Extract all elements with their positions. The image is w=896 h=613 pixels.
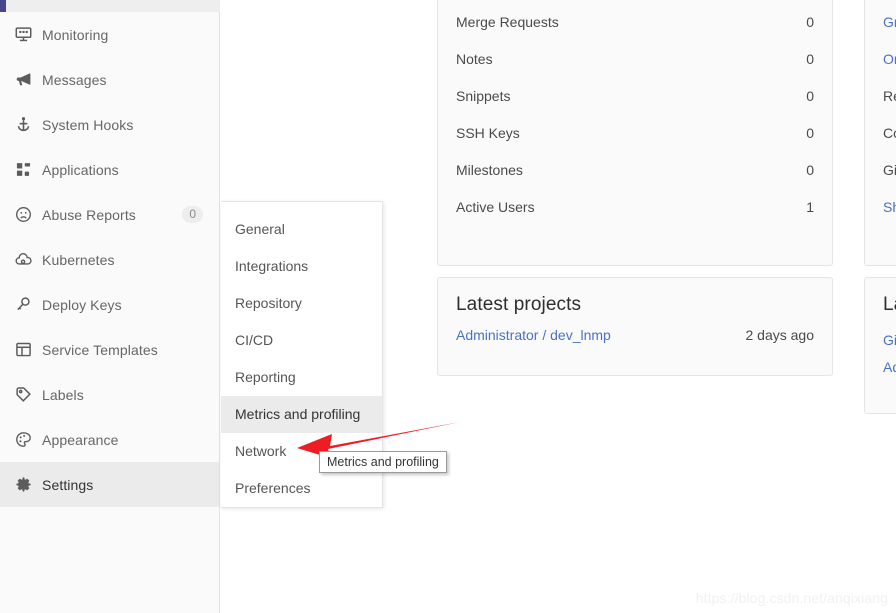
- kubernetes-cloud-icon: [14, 251, 32, 269]
- sidebar-nav-list: Monitoring Messages System Hooks Applica…: [0, 12, 219, 507]
- sidebar-item-monitoring[interactable]: Monitoring: [0, 12, 219, 57]
- latest-panel-right-row[interactable]: Ad: [883, 354, 896, 381]
- label-tag-icon: [14, 386, 32, 404]
- sidebar-item-service-templates[interactable]: Service Templates: [0, 327, 219, 372]
- gitlab-brand-block: [0, 0, 6, 12]
- watermark: https://blog.csdn.net/anqixiang: [695, 590, 888, 606]
- project-timestamp: 2 days ago: [745, 327, 815, 343]
- sidebar-item-system-hooks[interactable]: System Hooks: [0, 102, 219, 147]
- feature-row[interactable]: Sh: [883, 188, 896, 225]
- statistics-card: Merge Requests 0 Notes 0 Snippets 0 SSH …: [437, 0, 833, 266]
- features-card: Gr On Re Co Git Sh: [864, 0, 896, 266]
- sidebar-item-deploy-keys[interactable]: Deploy Keys: [0, 282, 219, 327]
- key-icon: [14, 296, 32, 314]
- stat-value: 0: [806, 87, 814, 104]
- gear-icon: [14, 476, 32, 494]
- sidebar-item-label: Appearance: [42, 431, 119, 448]
- feature-row[interactable]: Gr: [883, 3, 896, 40]
- project-link[interactable]: Administrator / dev_lnmp: [456, 327, 611, 343]
- flyout-item-ci-cd[interactable]: CI/CD: [221, 322, 382, 359]
- stat-value: 0: [806, 50, 814, 67]
- sidebar-item-messages[interactable]: Messages: [0, 57, 219, 102]
- sidebar-item-appearance[interactable]: Appearance: [0, 417, 219, 462]
- stat-label: Merge Requests: [456, 13, 559, 30]
- stat-label: Notes: [456, 50, 493, 67]
- app-screen: Monitoring Messages System Hooks Applica…: [0, 0, 896, 613]
- admin-sidebar: Monitoring Messages System Hooks Applica…: [0, 12, 220, 613]
- latest-project-row: Administrator / dev_lnmp 2 days ago: [456, 327, 814, 343]
- sidebar-item-abuse-reports[interactable]: Abuse Reports 0: [0, 192, 219, 237]
- stat-value: 0: [806, 161, 814, 178]
- stat-label: Milestones: [456, 161, 523, 178]
- sidebar-item-settings[interactable]: Settings: [0, 462, 219, 507]
- latest-panel-right-title: La: [883, 294, 896, 315]
- stat-label: SSH Keys: [456, 124, 520, 141]
- sidebar-item-label: Messages: [42, 71, 107, 88]
- latest-projects-card: Latest projects Administrator / dev_lnmp…: [437, 277, 833, 376]
- stat-value: 1: [806, 198, 814, 215]
- stat-value: 0: [806, 124, 814, 141]
- sidebar-item-label: System Hooks: [42, 116, 134, 133]
- stat-row: Snippets 0: [456, 77, 814, 114]
- feature-row: Co: [883, 124, 896, 141]
- sidebar-item-label: Deploy Keys: [42, 296, 122, 313]
- flyout-item-general[interactable]: General: [221, 211, 382, 248]
- latest-projects-title: Latest projects: [456, 294, 582, 315]
- sidebar-item-kubernetes[interactable]: Kubernetes: [0, 237, 219, 282]
- flyout-item-integrations[interactable]: Integrations: [221, 248, 382, 285]
- feature-row: Re: [883, 87, 896, 104]
- stat-label: Active Users: [456, 198, 535, 215]
- applications-icon: [14, 161, 32, 179]
- hook-icon: [14, 116, 32, 134]
- sidebar-item-label: Settings: [42, 476, 94, 493]
- palette-icon: [14, 431, 32, 449]
- abuse-reports-count-badge: 0: [182, 206, 203, 223]
- template-icon: [14, 341, 32, 359]
- tooltip: Metrics and profiling: [319, 451, 447, 473]
- sidebar-item-label: Kubernetes: [42, 251, 115, 268]
- stat-value: 0: [806, 13, 814, 30]
- sidebar-item-label: Service Templates: [42, 341, 158, 358]
- sidebar-item-label: Labels: [42, 386, 84, 403]
- feature-row: Git: [883, 161, 896, 178]
- flyout-item-repository[interactable]: Repository: [221, 285, 382, 322]
- stat-row: Milestones 0: [456, 151, 814, 188]
- sad-face-icon: [14, 206, 32, 224]
- stat-row: Merge Requests 0: [456, 3, 814, 40]
- monitor-icon: [14, 26, 32, 44]
- stat-row: SSH Keys 0: [456, 114, 814, 151]
- flyout-item-reporting[interactable]: Reporting: [221, 359, 382, 396]
- sidebar-item-label: Monitoring: [42, 26, 109, 43]
- flyout-item-preferences[interactable]: Preferences: [221, 470, 382, 507]
- sidebar-top-strip: [0, 0, 220, 12]
- feature-row[interactable]: On: [883, 40, 896, 77]
- latest-panel-right-row[interactable]: Git: [883, 327, 896, 354]
- sidebar-item-labels[interactable]: Labels: [0, 372, 219, 417]
- stat-label: Snippets: [456, 87, 511, 104]
- sidebar-item-applications[interactable]: Applications: [0, 147, 219, 192]
- flyout-item-metrics-and-profiling[interactable]: Metrics and profiling: [221, 396, 382, 433]
- sidebar-item-label: Applications: [42, 161, 119, 178]
- megaphone-icon: [14, 71, 32, 89]
- sidebar-item-label: Abuse Reports: [42, 206, 136, 223]
- latest-panel-right-card: La Git Ad: [864, 277, 896, 414]
- stat-row: Notes 0: [456, 40, 814, 77]
- stat-row: Active Users 1: [456, 188, 814, 225]
